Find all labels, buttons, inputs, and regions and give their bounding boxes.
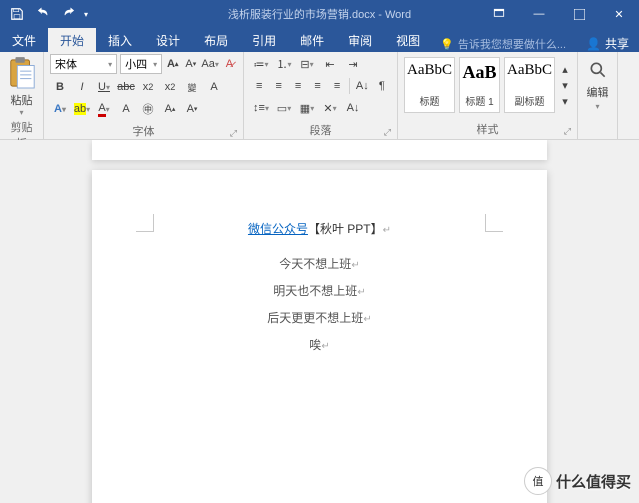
style-preview: AaBbC bbox=[507, 62, 552, 79]
margin-corner-icon bbox=[485, 214, 503, 232]
body-line: 明天也不想上班↵ bbox=[152, 282, 487, 299]
body-line: 后天更更不想上班↵ bbox=[152, 309, 487, 326]
tab-design[interactable]: 设计 bbox=[144, 28, 192, 52]
paste-icon[interactable] bbox=[7, 56, 37, 90]
paragraph-dialog-launcher[interactable]: ⤢ bbox=[384, 127, 391, 138]
group-label-styles: 样式⤢ bbox=[404, 119, 571, 139]
group-label-paragraph: 段落⤢ bbox=[250, 120, 391, 140]
underline-button[interactable]: U▾ bbox=[94, 77, 114, 97]
style-item-title[interactable]: AaBbC 标题 bbox=[404, 57, 455, 113]
align-left-button[interactable]: ≡ bbox=[250, 76, 268, 96]
font-dialog-launcher[interactable]: ⤢ bbox=[230, 128, 237, 139]
tab-home[interactable]: 开始 bbox=[48, 28, 96, 52]
shrink-font-2-button[interactable]: A▾ bbox=[182, 99, 202, 119]
body-line: 唉↵ bbox=[152, 336, 487, 353]
share-icon: 👤 bbox=[586, 37, 601, 51]
body-line: 今天不想上班↵ bbox=[152, 255, 487, 272]
justify-button[interactable]: ≡ bbox=[308, 76, 326, 96]
distribute-button[interactable]: ≡ bbox=[328, 76, 346, 96]
tab-view[interactable]: 视图 bbox=[384, 28, 432, 52]
clear-format-button[interactable]: A̷ bbox=[222, 55, 237, 73]
grow-font-button[interactable]: A▴ bbox=[165, 55, 180, 73]
style-name: 标题 bbox=[420, 93, 440, 108]
bullets-button[interactable]: ≔▾ bbox=[250, 54, 272, 74]
style-name: 标题 1 bbox=[465, 93, 493, 108]
grow-font-2-button[interactable]: A▴ bbox=[160, 99, 180, 119]
numbering-button[interactable]: ⒈▾ bbox=[273, 54, 295, 74]
header-link: 微信公众号 bbox=[248, 222, 308, 236]
align-right-button[interactable]: ≡ bbox=[289, 76, 307, 96]
style-item-subtitle[interactable]: AaBbC 副标题 bbox=[504, 57, 555, 113]
decrease-indent-button[interactable]: ⇤ bbox=[319, 54, 341, 74]
editing-button[interactable]: 编辑▾ bbox=[584, 54, 611, 112]
style-preview: AaB bbox=[462, 62, 496, 83]
undo-button[interactable] bbox=[32, 3, 54, 25]
strikethrough-button[interactable]: abc bbox=[116, 77, 136, 97]
close-button[interactable]: ✕ bbox=[599, 0, 639, 28]
shading-button[interactable]: ▭▾ bbox=[273, 98, 295, 118]
document-page[interactable]: 微信公众号【秋叶 PPT】↵ 今天不想上班↵ 明天也不想上班↵ 后天更更不想上班… bbox=[92, 170, 547, 503]
char-shading-button[interactable]: A bbox=[116, 99, 136, 119]
minimize-button[interactable]: — bbox=[519, 0, 559, 28]
highlight-button[interactable]: ab▾ bbox=[72, 99, 92, 119]
text-direction-button[interactable]: ✕▾ bbox=[319, 98, 341, 118]
tab-insert[interactable]: 插入 bbox=[96, 28, 144, 52]
change-case-button[interactable]: Aa▾ bbox=[201, 55, 218, 73]
align-center-button[interactable]: ≡ bbox=[269, 76, 287, 96]
watermark: 值 什么值得买 bbox=[524, 467, 631, 495]
line-spacing-button[interactable]: ↕≡▾ bbox=[250, 98, 272, 118]
multilevel-button[interactable]: ⊟▾ bbox=[296, 54, 318, 74]
document-area[interactable]: 微信公众号【秋叶 PPT】↵ 今天不想上班↵ 明天也不想上班↵ 后天更更不想上班… bbox=[0, 140, 639, 503]
sort-button[interactable]: A↓ bbox=[353, 76, 371, 96]
sort-2-button[interactable]: A↓ bbox=[342, 98, 364, 118]
window-title: 浅析服装行业的市场营销.docx - Word bbox=[228, 6, 411, 22]
group-label-font: 字体⤢ bbox=[50, 121, 237, 141]
font-name-combo[interactable]: 宋体▾ bbox=[50, 54, 117, 74]
save-button[interactable] bbox=[6, 3, 28, 25]
maximize-button[interactable] bbox=[559, 0, 599, 28]
char-border-button[interactable]: A bbox=[204, 77, 224, 97]
page-header: 微信公众号【秋叶 PPT】↵ bbox=[152, 220, 487, 237]
text-effects-button[interactable]: A▾ bbox=[50, 99, 70, 119]
styles-dialog-launcher[interactable]: ⤢ bbox=[564, 126, 571, 137]
style-name: 副标题 bbox=[515, 93, 545, 108]
style-preview: AaBbC bbox=[407, 62, 452, 79]
italic-button[interactable]: I bbox=[72, 77, 92, 97]
tellme-search[interactable]: 💡告诉我您想要做什么... bbox=[432, 36, 574, 52]
show-marks-button[interactable]: ¶ bbox=[373, 76, 391, 96]
bold-button[interactable]: B bbox=[50, 77, 70, 97]
increase-indent-button[interactable]: ⇥ bbox=[342, 54, 364, 74]
styles-scroll-up[interactable]: ▴ bbox=[559, 62, 571, 76]
margin-corner-icon bbox=[136, 214, 154, 232]
bulb-icon: 💡 bbox=[440, 38, 454, 51]
previous-page bbox=[92, 140, 547, 160]
share-button[interactable]: 👤共享 bbox=[576, 35, 639, 52]
tab-review[interactable]: 审阅 bbox=[336, 28, 384, 52]
find-icon bbox=[588, 60, 608, 80]
styles-scroll-down[interactable]: ▾ bbox=[559, 78, 571, 92]
superscript-button[interactable]: x2 bbox=[160, 77, 180, 97]
phonetic-button[interactable]: 變 bbox=[182, 77, 202, 97]
redo-button[interactable] bbox=[58, 3, 80, 25]
enclose-button[interactable]: ㊥ bbox=[138, 99, 158, 119]
tab-layout[interactable]: 布局 bbox=[192, 28, 240, 52]
ribbon-options-button[interactable] bbox=[479, 0, 519, 28]
styles-more-button[interactable]: ▾ bbox=[559, 94, 571, 108]
tab-mailings[interactable]: 邮件 bbox=[288, 28, 336, 52]
font-color-button[interactable]: A▾ bbox=[94, 99, 114, 119]
shrink-font-button[interactable]: A▾ bbox=[183, 55, 198, 73]
subscript-button[interactable]: x2 bbox=[138, 77, 158, 97]
borders-button[interactable]: ▦▾ bbox=[296, 98, 318, 118]
watermark-text: 什么值得买 bbox=[556, 471, 631, 492]
paste-button[interactable]: 粘贴 bbox=[11, 92, 33, 108]
watermark-badge-icon: 值 bbox=[524, 467, 552, 495]
font-size-combo[interactable]: 小四▾ bbox=[120, 54, 162, 74]
style-item-heading1[interactable]: AaB 标题 1 bbox=[459, 57, 500, 113]
tab-references[interactable]: 引用 bbox=[240, 28, 288, 52]
tab-file[interactable]: 文件 bbox=[0, 28, 48, 52]
